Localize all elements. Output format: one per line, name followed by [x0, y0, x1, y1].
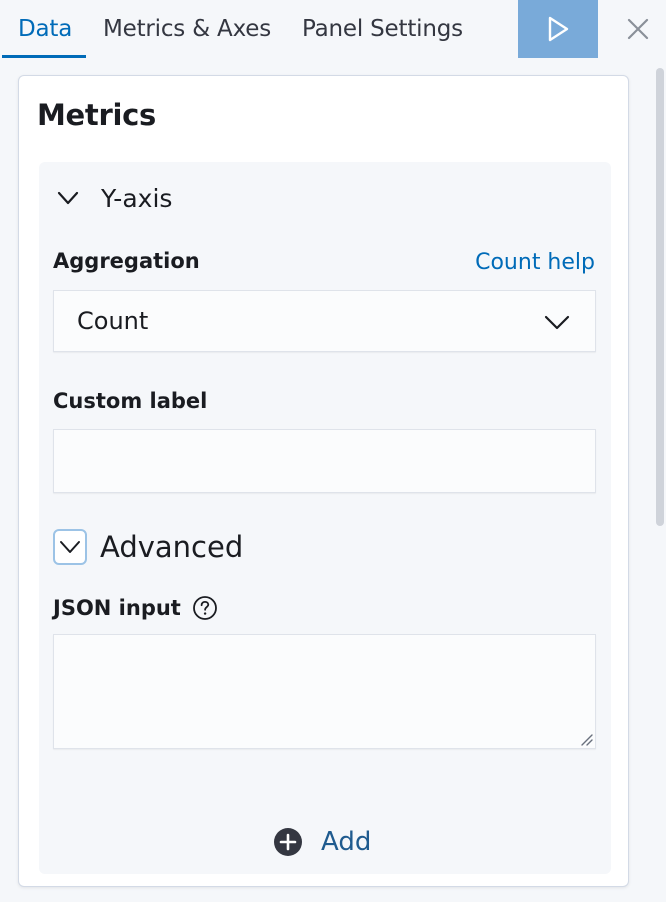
- y-axis-accordion-toggle[interactable]: Y-axis: [55, 180, 172, 216]
- json-input-label-row: JSON input: [53, 595, 218, 621]
- custom-label-input[interactable]: [53, 429, 596, 493]
- json-input-label: JSON input: [53, 596, 181, 620]
- metrics-panel: Metrics Y-axis Aggregation Count help Co…: [18, 75, 629, 887]
- custom-label-label: Custom label: [53, 389, 208, 413]
- close-icon: [627, 18, 649, 40]
- chevron-down-icon: [57, 191, 79, 205]
- tab-metrics-axes[interactable]: Metrics & Axes: [103, 0, 271, 58]
- question-circle-icon[interactable]: [192, 595, 218, 621]
- resize-handle-icon[interactable]: [579, 732, 593, 746]
- close-button[interactable]: [622, 11, 654, 47]
- tab-panel-settings[interactable]: Panel Settings: [302, 0, 463, 58]
- advanced-toggle-button[interactable]: [53, 529, 87, 565]
- aggregation-select-value: Count: [77, 307, 149, 335]
- count-help-link[interactable]: Count help: [475, 250, 595, 275]
- plus-circle-icon: [274, 828, 302, 856]
- panel-title: Metrics: [37, 98, 156, 132]
- scrollbar-thumb[interactable]: [656, 68, 664, 526]
- aggregation-item: Y-axis Aggregation Count help Count Cust…: [39, 162, 611, 874]
- chevron-down-icon: [544, 315, 570, 330]
- tab-bar: Data Metrics & Axes Panel Settings: [0, 0, 666, 58]
- aggregation-select[interactable]: Count: [53, 290, 596, 352]
- advanced-toggle[interactable]: Advanced: [53, 527, 243, 567]
- json-input-textarea[interactable]: [53, 634, 596, 749]
- tab-data[interactable]: Data: [18, 0, 72, 58]
- add-metric-button[interactable]: Add: [273, 822, 371, 862]
- active-tab-indicator: [2, 55, 86, 58]
- chevron-down-icon: [60, 541, 80, 553]
- aggregation-label: Aggregation: [53, 249, 200, 273]
- advanced-label: Advanced: [100, 530, 244, 564]
- play-icon: [548, 16, 569, 42]
- accordion-title: Y-axis: [101, 183, 173, 213]
- run-button[interactable]: [518, 0, 598, 58]
- add-label: Add: [321, 827, 372, 857]
